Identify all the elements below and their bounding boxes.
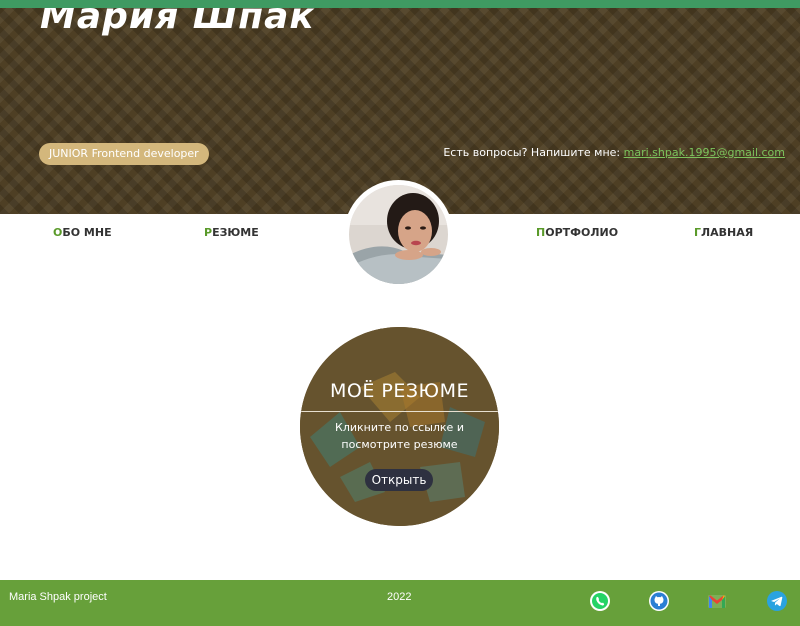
contact-prompt: Есть вопросы? Напишите мне:	[443, 146, 624, 159]
open-resume-button[interactable]: Открыть	[365, 469, 433, 491]
email-link[interactable]: mari.shpak.1995@gmail.com	[624, 146, 785, 159]
nav-item-portfolio[interactable]: Портфолио	[536, 226, 618, 239]
resume-description: Кликните по ссылке и посмотрите резюме	[335, 421, 464, 451]
top-accent-strip	[0, 0, 800, 8]
gmail-icon[interactable]	[706, 590, 728, 612]
contact-line: Есть вопросы? Напишите мне: mari.shpak.1…	[443, 146, 785, 159]
resume-card: МОЁ РЕЗЮМЕ Кликните по ссылке и посмотри…	[300, 327, 499, 526]
github-icon[interactable]	[648, 590, 670, 612]
whatsapp-icon[interactable]	[589, 590, 611, 612]
avatar-frame	[344, 180, 453, 289]
footer-year: 2022	[387, 591, 412, 603]
telegram-icon[interactable]	[766, 590, 788, 612]
avatar	[349, 185, 448, 284]
avatar-photo	[349, 185, 448, 284]
nav-item-home[interactable]: Главная	[694, 226, 753, 239]
page-title: Мария Шпак	[40, 8, 315, 37]
resume-title: МОЁ РЕЗЮМЕ	[330, 380, 469, 402]
role-badge: JUNIOR Frontend developer	[39, 143, 209, 165]
nav-item-about[interactable]: Обо мне	[53, 226, 112, 239]
divider	[300, 411, 499, 412]
nav-item-resume[interactable]: Резюме	[204, 226, 259, 239]
footer: Maria Shpak project 2022	[0, 580, 800, 626]
footer-project-name: Maria Shpak project	[9, 591, 107, 603]
